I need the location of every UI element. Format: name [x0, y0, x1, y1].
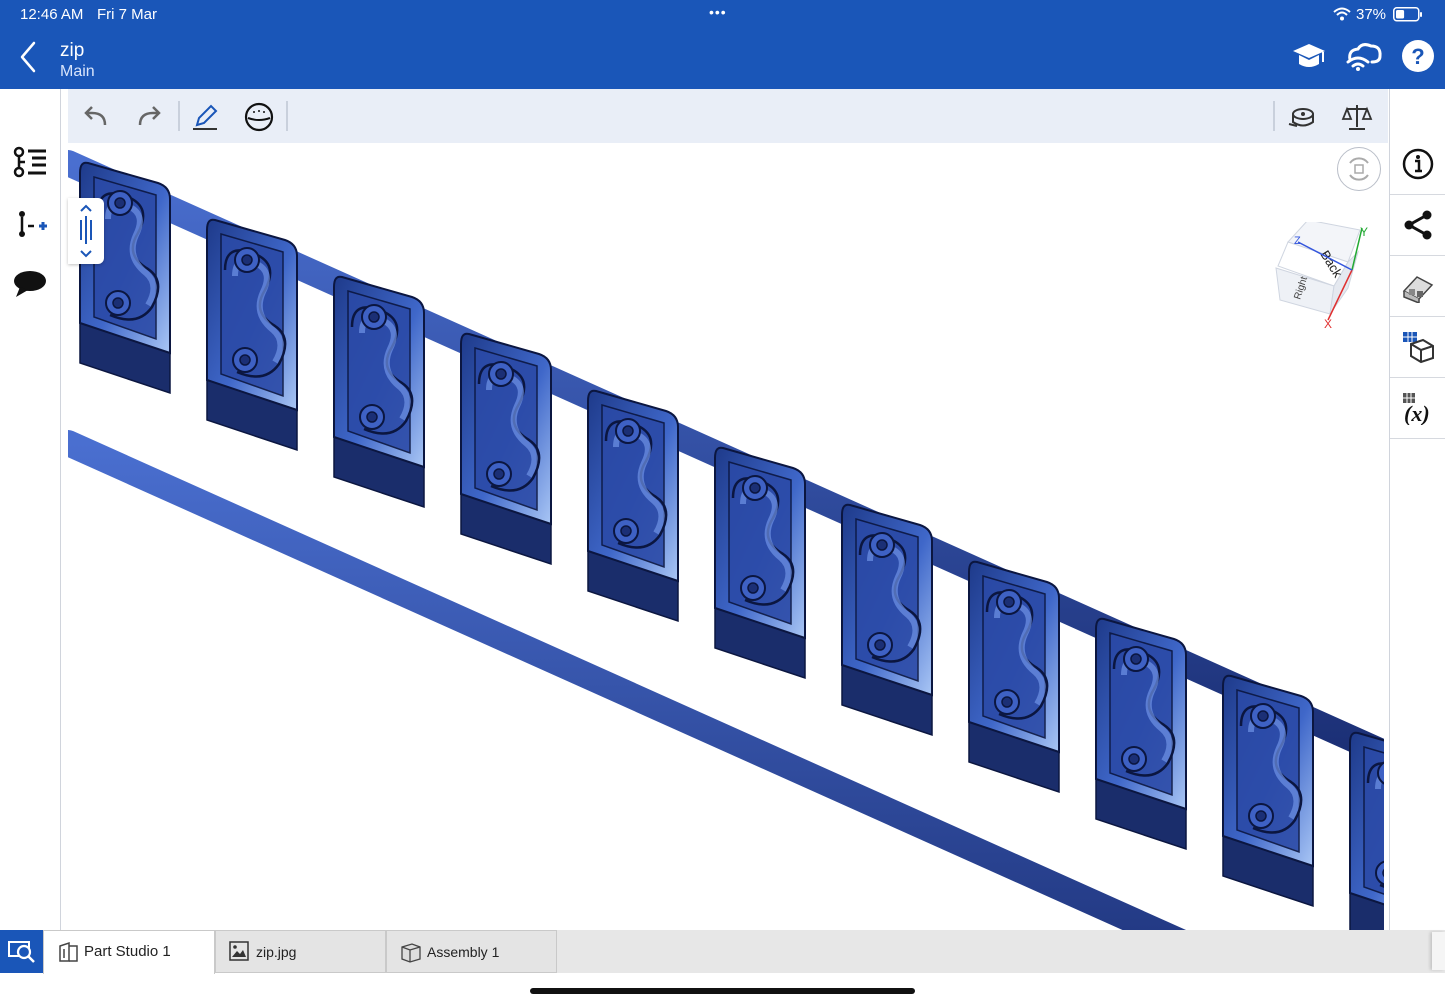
tab-label: Assembly 1 [427, 944, 500, 960]
mass-properties-button[interactable] [1339, 99, 1375, 135]
cloud-sync-button[interactable] [1344, 38, 1384, 74]
view-options-button[interactable] [241, 99, 277, 135]
redo-icon [138, 106, 161, 126]
home-indicator[interactable] [530, 988, 915, 994]
configurations-button[interactable] [1390, 317, 1445, 378]
x-axis-label: X [1324, 317, 1332, 331]
status-date: Fri 7 Mar [97, 6, 157, 23]
configurations-icon [1403, 332, 1434, 364]
part-studio-icon [59, 941, 78, 962]
zipper-link[interactable] [588, 391, 678, 621]
undo-button[interactable] [78, 99, 114, 135]
zipper-link[interactable] [1096, 619, 1186, 849]
view-cube[interactable]: Back Right Y X Z [1268, 219, 1378, 332]
zipper-model[interactable] [68, 143, 1384, 930]
variables-icon: (x) [1403, 393, 1430, 425]
document-title: zip [60, 40, 85, 61]
mass-properties-icon [1341, 105, 1373, 130]
search-tabs-icon [8, 941, 35, 963]
help-button[interactable]: ? [1400, 38, 1436, 74]
right-sidebar: (x) [1390, 89, 1445, 930]
workspace-name: Main [60, 63, 95, 80]
zipper-link[interactable] [207, 220, 297, 450]
back-chevron-icon [20, 41, 36, 73]
graphics-viewport[interactable] [68, 143, 1384, 930]
tab-search-button[interactable] [0, 930, 43, 973]
variables-button[interactable]: (x) [1390, 378, 1445, 439]
insert-feature-icon [19, 211, 47, 237]
svg-text:(x): (x) [1404, 401, 1430, 425]
image-icon [229, 941, 249, 961]
status-time: 12:46 AM [20, 6, 84, 23]
back-button[interactable] [14, 40, 44, 74]
svg-text:?: ? [1411, 44, 1424, 69]
sketch-pencil-icon [193, 104, 218, 130]
left-divider [60, 89, 61, 930]
share-button[interactable] [1390, 195, 1445, 256]
tab-part-studio-1[interactable]: Part Studio 1 [43, 930, 215, 974]
comments-button[interactable] [10, 265, 50, 305]
comment-icon [14, 271, 46, 297]
insert-feature-button[interactable] [10, 204, 50, 244]
toolbar-separator [1273, 101, 1275, 131]
app-header: 12:46 AM Fri 7 Mar ••• 37% zip Main ? [0, 0, 1445, 89]
help-icon: ? [1402, 40, 1434, 72]
share-icon [1404, 210, 1432, 240]
zipper-link[interactable] [1350, 733, 1384, 930]
scroll-handle-icon [80, 204, 92, 258]
battery-percentage: 37% [1356, 6, 1387, 23]
appearance-button[interactable] [1390, 256, 1445, 317]
rotate-icon [1349, 157, 1369, 181]
zipper-link[interactable] [461, 334, 551, 564]
view-panel-toggle[interactable] [68, 198, 104, 264]
tab-label: Part Studio 1 [84, 943, 171, 960]
zipper-link[interactable] [715, 448, 805, 678]
cloud-sync-icon [1346, 43, 1382, 71]
rotate-view-button[interactable] [1337, 147, 1381, 191]
undo-icon [84, 106, 107, 126]
redo-button[interactable] [131, 99, 167, 135]
feature-list-button[interactable] [10, 143, 50, 183]
toolbar [68, 89, 1388, 143]
tab-scroll-edge [1432, 932, 1445, 970]
toolbar-separator [178, 101, 180, 131]
left-sidebar [0, 89, 60, 930]
appearance-icon [1402, 276, 1434, 303]
feature-list-icon [13, 146, 46, 178]
z-axis-label: Z [1294, 235, 1301, 247]
learning-center-button[interactable] [1291, 38, 1327, 74]
zipper-link[interactable] [1223, 676, 1313, 906]
graduation-cap-icon [1293, 44, 1325, 67]
sketch-button[interactable] [187, 99, 223, 135]
measure-tape-icon [1288, 108, 1314, 127]
tab-label: zip.jpg [256, 944, 297, 960]
zipper-link[interactable] [842, 505, 932, 735]
zipper-link[interactable] [969, 562, 1059, 792]
tab-assembly-1[interactable]: Assembly 1 [386, 930, 557, 973]
tab-zip-jpg[interactable]: zip.jpg [215, 930, 386, 973]
view-face-icon [244, 102, 274, 132]
measure-button[interactable] [1285, 99, 1321, 135]
zipper-link[interactable] [334, 277, 424, 507]
battery-icon [1393, 7, 1422, 22]
info-button[interactable] [1390, 134, 1445, 195]
y-axis-label: Y [1360, 225, 1368, 239]
wifi-icon [1333, 7, 1351, 21]
assembly-icon [401, 943, 421, 963]
toolbar-separator [286, 101, 288, 131]
multitasking-dots[interactable]: ••• [709, 4, 727, 20]
info-icon [1402, 148, 1434, 180]
